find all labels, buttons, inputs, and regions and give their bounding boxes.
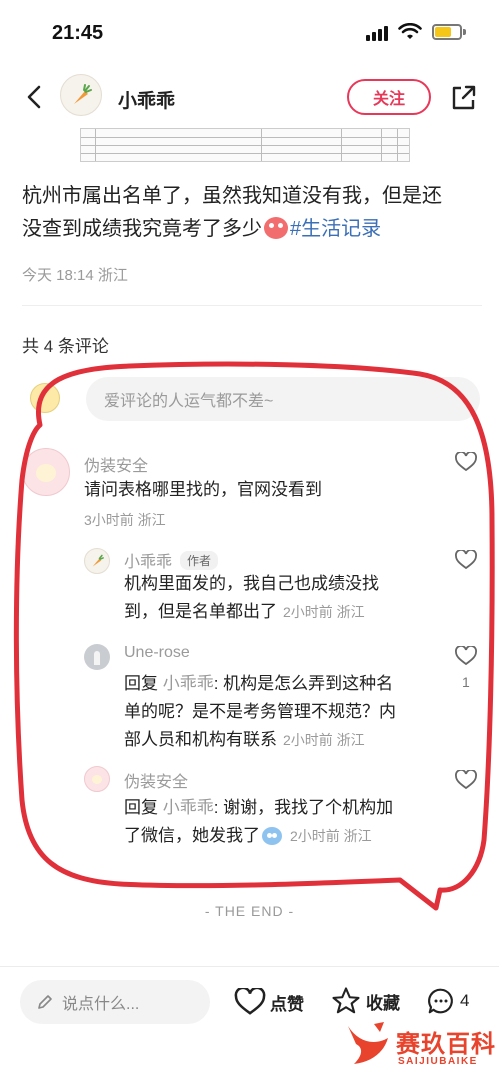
like-count: 1 bbox=[462, 674, 470, 690]
reply-prefix: 回复 bbox=[124, 798, 163, 817]
say-something-input[interactable]: 说点什么... bbox=[20, 980, 210, 1024]
comment-meta: 2小时前 浙江 bbox=[283, 732, 365, 748]
watermark-text: 赛玖百科 bbox=[396, 1031, 496, 1058]
comment-author[interactable]: Une-rose bbox=[124, 644, 190, 662]
comment-meta: 3小时前 浙江 bbox=[84, 512, 166, 528]
reply-prefix: 回复 bbox=[124, 674, 163, 693]
heart-icon bbox=[234, 988, 266, 1015]
star-icon bbox=[332, 987, 360, 1014]
chat-bubble-icon bbox=[428, 988, 453, 1014]
follow-button[interactable]: 关注 bbox=[347, 79, 431, 115]
comment-meta: 2小时前 浙江 bbox=[283, 604, 365, 620]
battery-nub bbox=[463, 29, 466, 35]
comment-input[interactable]: 爱评论的人运气都不差~ bbox=[86, 377, 480, 421]
comment-button[interactable]: 4 bbox=[426, 986, 469, 1016]
heart-icon[interactable] bbox=[455, 770, 477, 790]
commenter-avatar[interactable] bbox=[84, 644, 110, 670]
heart-icon[interactable] bbox=[455, 550, 477, 570]
cellular-signal-icon bbox=[366, 26, 388, 41]
status-time: 21:45 bbox=[52, 22, 104, 44]
comment-author[interactable]: 伪装安全 bbox=[124, 768, 188, 792]
reply-to-name[interactable]: 小乖乖 bbox=[163, 798, 214, 817]
comment-count: 共 4 条评论 bbox=[22, 337, 109, 356]
battery-icon bbox=[432, 24, 462, 40]
reply-to-name[interactable]: 小乖乖 bbox=[163, 674, 214, 693]
comment-author[interactable]: 伪装安全 bbox=[84, 452, 148, 476]
comment-total: 4 bbox=[460, 991, 470, 1010]
comment-text-line: 机构里面发的，我自己也成绩没找 bbox=[124, 574, 379, 593]
post-text-line-1: 杭州市属出名单了，虽然我知道没有我，但是还 bbox=[22, 185, 442, 207]
wifi-icon bbox=[398, 23, 422, 39]
laughing-emoji-icon bbox=[264, 217, 288, 239]
say-something-placeholder: 说点什么... bbox=[62, 996, 140, 1013]
share-icon[interactable] bbox=[449, 84, 477, 112]
divider bbox=[22, 305, 482, 306]
commenter-avatar[interactable] bbox=[84, 548, 110, 574]
comment-text: 机构里面发的，我自己也成绩没找 到，但是名单都出了 2小时前 浙江 bbox=[124, 570, 444, 626]
my-avatar bbox=[30, 383, 60, 413]
post-image-table[interactable] bbox=[80, 128, 410, 162]
comment-meta: 2小时前 浙江 bbox=[290, 828, 372, 844]
like-label: 点赞 bbox=[270, 994, 304, 1014]
comment-author-row: 小乖乖 作者 bbox=[124, 548, 219, 572]
commenter-avatar[interactable] bbox=[84, 766, 110, 792]
bottom-divider bbox=[0, 966, 499, 967]
comment-text-line: 到，但是名单都出了 bbox=[124, 602, 277, 621]
author-avatar[interactable] bbox=[60, 74, 102, 116]
post-text-line-2: 没查到成绩我究竟考了多少 bbox=[22, 218, 262, 240]
comment-text-line: : 谢谢，我找了个机构加 bbox=[213, 798, 394, 817]
author-badge: 作者 bbox=[180, 551, 219, 570]
hashtag-link[interactable]: #生活记录 bbox=[290, 218, 381, 240]
comment-author[interactable]: 小乖乖 bbox=[124, 554, 172, 571]
heart-icon[interactable] bbox=[455, 646, 477, 666]
carrot-icon bbox=[74, 84, 92, 104]
commenter-avatar[interactable] bbox=[22, 448, 70, 496]
comment-text-line: : 机构是怎么弄到这种名 bbox=[213, 674, 394, 693]
comment-text-line: 部人员和机构有联系 bbox=[124, 730, 277, 749]
like-button[interactable]: 点赞 bbox=[234, 988, 304, 1016]
heart-icon[interactable] bbox=[455, 452, 477, 472]
pencil-icon bbox=[38, 995, 52, 1009]
post-body: 杭州市属出名单了，虽然我知道没有我，但是还 没查到成绩我究竟考了多少 #生活记录 bbox=[22, 180, 482, 246]
comment-text: 回复 小乖乖: 机构是怎么弄到这种名 单的呢？是不是考务管理不规范？内 部人员和… bbox=[124, 670, 454, 754]
comment-text: 请问表格哪里找的，官网没看到 bbox=[84, 480, 322, 499]
collect-label: 收藏 bbox=[366, 993, 400, 1013]
comment-text: 回复 小乖乖: 谢谢，我找了个机构加 了微信，她发我了 2小时前 浙江 bbox=[124, 794, 454, 850]
comment-text-line: 单的呢？是不是考务管理不规范？内 bbox=[124, 702, 396, 721]
post-meta: 今天 18:14 浙江 bbox=[22, 267, 128, 284]
chevron-left-icon[interactable] bbox=[22, 84, 48, 110]
watermark-logo bbox=[348, 1022, 388, 1064]
crying-emoji-icon bbox=[262, 827, 282, 845]
carrot-icon bbox=[92, 554, 104, 567]
end-marker: - THE END - bbox=[204, 903, 295, 919]
watermark-subtext: SAIJIUBAIKE bbox=[398, 1056, 478, 1067]
comment-text-line: 了微信，她发我了 bbox=[124, 826, 260, 845]
author-name[interactable]: 小乖乖 bbox=[118, 86, 175, 113]
collect-button[interactable]: 收藏 bbox=[330, 986, 400, 1016]
